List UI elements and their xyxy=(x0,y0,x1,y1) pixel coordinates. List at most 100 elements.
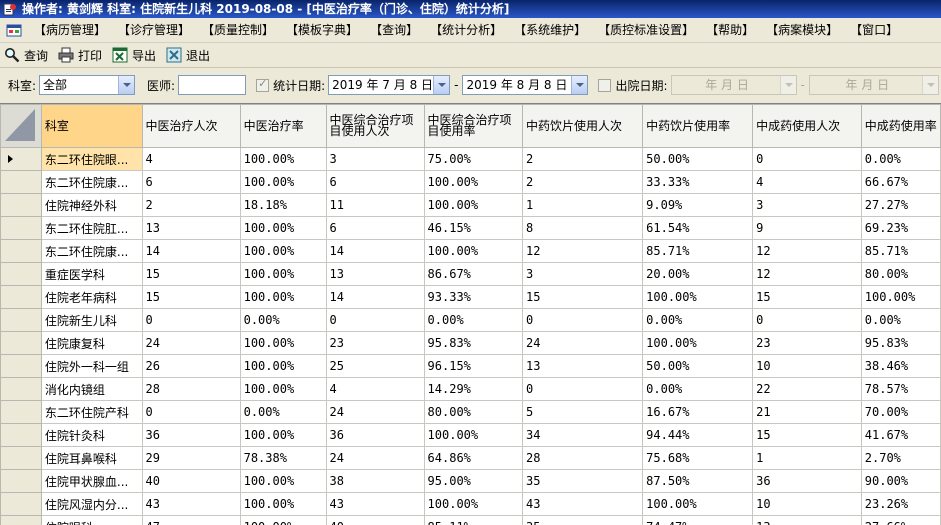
value-cell[interactable]: 100.00% xyxy=(239,147,327,171)
value-cell[interactable]: 8 xyxy=(521,216,644,240)
dept-cell[interactable]: 住院神经外科 xyxy=(40,193,143,217)
dept-cell[interactable]: 东二环住院康... xyxy=(40,239,143,263)
value-cell[interactable]: 15 xyxy=(141,262,241,286)
column-header-dept[interactable]: 科室 xyxy=(40,104,143,148)
value-cell[interactable]: 100.00% xyxy=(239,262,327,286)
column-header-patent-rate[interactable]: 中成药使用率 xyxy=(860,104,941,148)
row-header[interactable] xyxy=(0,492,42,516)
value-cell[interactable]: 100.00% xyxy=(860,285,941,309)
value-cell[interactable]: 0 xyxy=(752,308,862,332)
column-header-combined-rate[interactable]: 中医综合治疗项目使用率 xyxy=(423,104,523,148)
value-cell[interactable]: 34 xyxy=(521,423,644,447)
value-cell[interactable]: 24 xyxy=(325,446,425,470)
value-cell[interactable]: 100.00% xyxy=(239,331,327,355)
value-cell[interactable]: 64.86% xyxy=(423,446,523,470)
value-cell[interactable]: 13 xyxy=(752,515,862,525)
menu-help[interactable]: 【帮助】 xyxy=(700,18,760,42)
menu-treatment-management[interactable]: 【诊疗管理】 xyxy=(112,18,196,42)
exit-button[interactable]: 退出 xyxy=(162,44,216,66)
value-cell[interactable]: 78.57% xyxy=(860,377,941,401)
menu-qc-standard-settings[interactable]: 【质控标准设置】 xyxy=(592,18,700,42)
value-cell[interactable]: 13 xyxy=(521,354,644,378)
value-cell[interactable]: 85.71% xyxy=(642,239,754,263)
dept-cell[interactable]: 住院甲状腺血... xyxy=(40,469,143,493)
value-cell[interactable]: 100.00% xyxy=(239,216,327,240)
select-all-corner[interactable] xyxy=(0,104,42,148)
table-row[interactable]: 重症医学科 15 100.00% 13 86.67% 3 20.00% 12 80.00% xyxy=(0,262,941,286)
value-cell[interactable]: 6 xyxy=(325,170,425,194)
value-cell[interactable]: 87.50% xyxy=(642,469,754,493)
value-cell[interactable]: 15 xyxy=(141,285,241,309)
value-cell[interactable]: 47 xyxy=(141,515,241,525)
value-cell[interactable]: 40 xyxy=(141,469,241,493)
value-cell[interactable]: 0 xyxy=(521,377,644,401)
chevron-down-icon[interactable] xyxy=(118,76,135,94)
value-cell[interactable]: 2 xyxy=(521,147,644,171)
stat-date-from-picker[interactable]: 2019 年 7 月 8 日 xyxy=(328,75,451,95)
row-header[interactable] xyxy=(0,262,42,286)
value-cell[interactable]: 1 xyxy=(521,193,644,217)
row-header[interactable] xyxy=(0,331,42,355)
dept-cell[interactable]: 住院耳鼻喉科 xyxy=(40,446,143,470)
row-header[interactable] xyxy=(0,285,42,309)
value-cell[interactable]: 36 xyxy=(141,423,241,447)
column-header-combined-count[interactable]: 中医综合治疗项目使用人次 xyxy=(325,104,425,148)
row-header[interactable] xyxy=(0,423,42,447)
value-cell[interactable]: 3 xyxy=(521,262,644,286)
value-cell[interactable]: 23 xyxy=(325,331,425,355)
value-cell[interactable]: 0 xyxy=(141,400,241,424)
row-header[interactable] xyxy=(0,216,42,240)
value-cell[interactable]: 38.46% xyxy=(860,354,941,378)
value-cell[interactable]: 24 xyxy=(521,331,644,355)
dept-cell[interactable]: 住院老年病科 xyxy=(40,285,143,309)
value-cell[interactable]: 100.00% xyxy=(423,423,523,447)
value-cell[interactable]: 15 xyxy=(752,423,862,447)
row-header[interactable] xyxy=(0,400,42,424)
value-cell[interactable]: 28 xyxy=(521,446,644,470)
table-row[interactable]: 消化内镜组 28 100.00% 4 14.29% 0 0.00% 22 78.57% xyxy=(0,377,941,401)
query-button[interactable]: 查询 xyxy=(0,44,54,66)
table-row[interactable]: 住院针灸科 36 100.00% 36 100.00% 34 94.44% 15 41.67% xyxy=(0,423,941,447)
row-header[interactable] xyxy=(0,354,42,378)
value-cell[interactable]: 100.00% xyxy=(239,423,327,447)
value-cell[interactable]: 35 xyxy=(521,469,644,493)
value-cell[interactable]: 15 xyxy=(752,285,862,309)
value-cell[interactable]: 85.11% xyxy=(423,515,523,525)
value-cell[interactable]: 27.66% xyxy=(860,515,941,525)
dept-cell[interactable]: 住院新生儿科 xyxy=(40,308,143,332)
value-cell[interactable]: 0.00% xyxy=(860,308,941,332)
row-header[interactable] xyxy=(0,239,42,263)
column-header-decoction-rate[interactable]: 中药饮片使用率 xyxy=(642,104,754,148)
value-cell[interactable]: 10 xyxy=(752,354,862,378)
value-cell[interactable]: 66.67% xyxy=(860,170,941,194)
menu-template-dictionary[interactable]: 【模板字典】 xyxy=(280,18,364,42)
table-row[interactable]: 东二环住院康... 6 100.00% 6 100.00% 2 33.33% 4 66.67% xyxy=(0,170,941,194)
dept-cell[interactable]: 住院眼科 xyxy=(40,515,143,525)
value-cell[interactable]: 0.00% xyxy=(239,308,327,332)
value-cell[interactable]: 6 xyxy=(141,170,241,194)
value-cell[interactable]: 100.00% xyxy=(239,377,327,401)
value-cell[interactable]: 74.47% xyxy=(642,515,754,525)
value-cell[interactable]: 95.83% xyxy=(860,331,941,355)
value-cell[interactable]: 12 xyxy=(521,239,644,263)
value-cell[interactable]: 80.00% xyxy=(423,400,523,424)
value-cell[interactable]: 50.00% xyxy=(642,147,754,171)
column-header-tcm-count[interactable]: 中医治疗人次 xyxy=(141,104,241,148)
dept-cell[interactable]: 消化内镜组 xyxy=(40,377,143,401)
value-cell[interactable]: 0 xyxy=(752,147,862,171)
value-cell[interactable]: 23.26% xyxy=(860,492,941,516)
value-cell[interactable]: 22 xyxy=(752,377,862,401)
row-header[interactable] xyxy=(0,515,42,525)
table-row[interactable]: 东二环住院眼... 4 100.00% 3 75.00% 2 50.00% 0 0.00% xyxy=(0,147,941,171)
value-cell[interactable]: 100.00% xyxy=(239,239,327,263)
column-header-patent-count[interactable]: 中成药使用人次 xyxy=(752,104,862,148)
value-cell[interactable]: 26 xyxy=(141,354,241,378)
table-row[interactable]: 住院眼科47100.00%4085.11%3574.47%1327.66% xyxy=(0,515,941,525)
value-cell[interactable]: 86.67% xyxy=(423,262,523,286)
table-row[interactable]: 住院甲状腺血... 40 100.00% 38 95.00% 35 87.50% 36 90.0… xyxy=(0,469,941,493)
value-cell[interactable]: 0.00% xyxy=(239,400,327,424)
value-cell[interactable]: 69.23% xyxy=(860,216,941,240)
value-cell[interactable]: 0 xyxy=(141,308,241,332)
value-cell[interactable]: 6 xyxy=(325,216,425,240)
value-cell[interactable]: 35 xyxy=(521,515,644,525)
